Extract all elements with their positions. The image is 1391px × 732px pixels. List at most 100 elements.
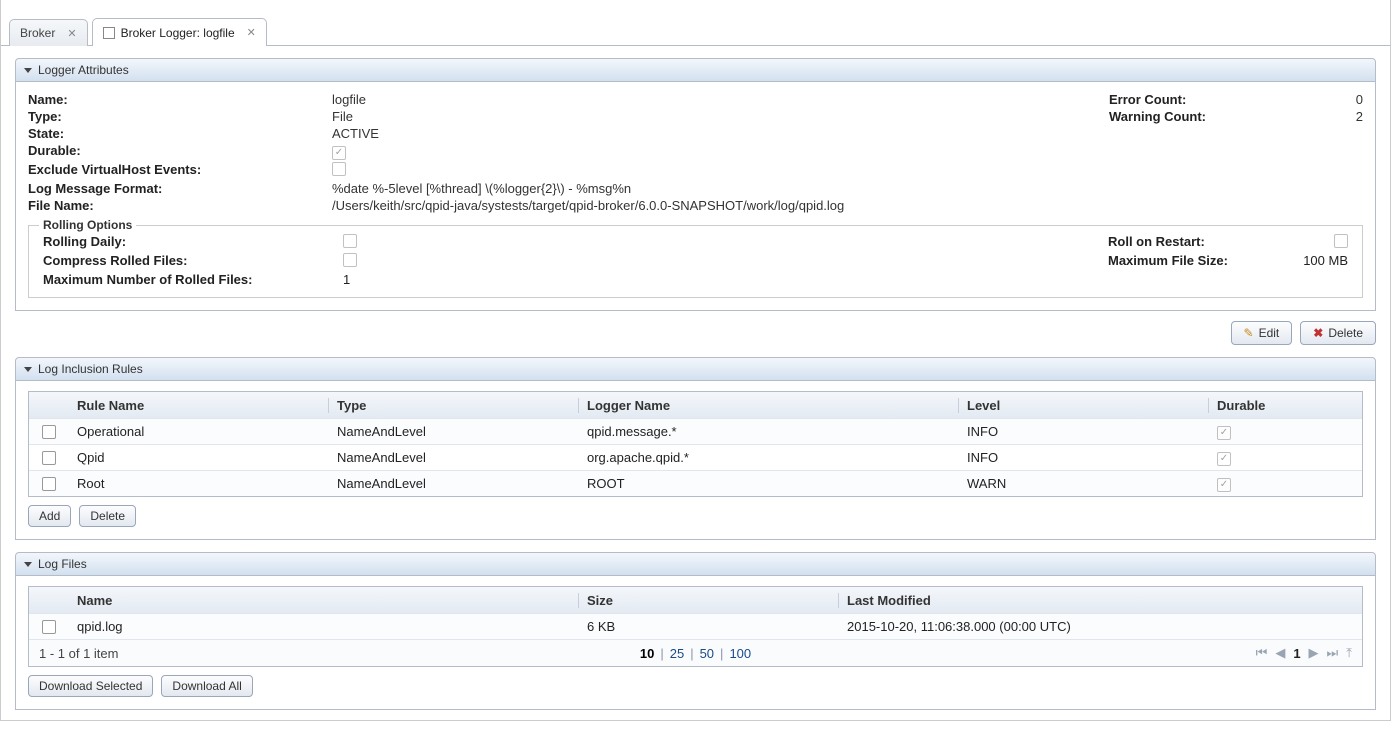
rolling-compress-label: Compress Rolled Files: bbox=[43, 253, 343, 270]
add-rule-button[interactable]: Add bbox=[28, 505, 71, 527]
rolling-maxsize-value: 100 MB bbox=[1288, 253, 1348, 270]
cell-rule-name: Root bbox=[69, 476, 329, 491]
col-type[interactable]: Type bbox=[329, 398, 579, 413]
row-checkbox[interactable]: ✓ bbox=[42, 425, 56, 439]
cell-level: INFO bbox=[959, 424, 1209, 439]
fieldset-rolling-options: Rolling Options Rolling Daily: ✓ Roll on… bbox=[28, 225, 1363, 298]
panel-title: Log Inclusion Rules bbox=[38, 362, 143, 376]
panel-title: Log Files bbox=[38, 557, 87, 571]
cell-logger-name: ROOT bbox=[579, 476, 959, 491]
logger-toolbar: ✎ Edit ✖ Delete bbox=[15, 321, 1376, 345]
row-checkbox[interactable]: ✓ bbox=[42, 620, 56, 634]
tab-broker[interactable]: Broker ✕ bbox=[9, 19, 88, 46]
jump-up-icon[interactable]: ⤒ bbox=[1346, 645, 1352, 661]
footer-summary: 1 - 1 of 1 item bbox=[29, 646, 489, 661]
table-row[interactable]: ✓ Qpid NameAndLevel org.apache.qpid.* IN… bbox=[29, 444, 1362, 470]
cell-rule-name: Operational bbox=[69, 424, 329, 439]
button-label: Edit bbox=[1259, 326, 1280, 340]
page-size-option[interactable]: 50 bbox=[700, 646, 714, 661]
col-modified[interactable]: Last Modified bbox=[839, 593, 1362, 608]
attr-name-value: logfile bbox=[332, 92, 1105, 107]
page-size-option[interactable]: 25 bbox=[670, 646, 684, 661]
attr-warncount-value: 2 bbox=[1303, 109, 1363, 124]
delete-icon: ✖ bbox=[1313, 326, 1323, 340]
files-grid: Name Size Last Modified ✓ qpid.log 6 KB … bbox=[28, 586, 1363, 667]
rolling-daily-value: ✓ bbox=[343, 234, 1108, 251]
checkbox-icon: ✓ bbox=[343, 253, 357, 267]
panel-log-inclusion-rules: Log Inclusion Rules Rule Name Type Logge… bbox=[15, 357, 1376, 540]
table-row[interactable]: ✓ Operational NameAndLevel qpid.message.… bbox=[29, 418, 1362, 444]
page-size-option[interactable]: 100 bbox=[729, 646, 751, 661]
checkbox-icon: ✓ bbox=[332, 162, 346, 176]
prev-page-icon[interactable]: ◀ bbox=[1275, 645, 1285, 661]
panel-title: Logger Attributes bbox=[38, 63, 129, 77]
attr-format-value: %date %-5level [%thread] \(%logger{2}\) … bbox=[332, 181, 1363, 196]
row-checkbox[interactable]: ✓ bbox=[42, 451, 56, 465]
chevron-down-icon bbox=[24, 367, 32, 372]
attr-type-label: Type: bbox=[28, 109, 328, 124]
close-icon[interactable]: ✕ bbox=[247, 26, 256, 39]
delete-button[interactable]: ✖ Delete bbox=[1300, 321, 1376, 345]
col-level[interactable]: Level bbox=[959, 398, 1209, 413]
cell-file-modified: 2015-10-20, 11:06:38.000 (00:00 UTC) bbox=[839, 619, 1362, 634]
cell-type: NameAndLevel bbox=[329, 476, 579, 491]
panel-header[interactable]: Log Inclusion Rules bbox=[15, 357, 1376, 381]
grid-header: Name Size Last Modified bbox=[29, 587, 1362, 613]
col-name[interactable]: Name bbox=[69, 593, 579, 608]
pencil-icon: ✎ bbox=[1244, 326, 1254, 340]
grid-header: Rule Name Type Logger Name Level Durable bbox=[29, 392, 1362, 418]
dirty-indicator-icon bbox=[103, 27, 115, 39]
col-rule-name[interactable]: Rule Name bbox=[69, 398, 329, 413]
row-checkbox[interactable]: ✓ bbox=[42, 477, 56, 491]
edit-button[interactable]: ✎ Edit bbox=[1231, 321, 1293, 345]
tab-broker-logger[interactable]: Broker Logger: logfile ✕ bbox=[92, 18, 267, 46]
attr-errcount-value: 0 bbox=[1303, 92, 1363, 107]
cell-level: WARN bbox=[959, 476, 1209, 491]
panel-log-files: Log Files Name Size Last Modified ✓ qpid… bbox=[15, 552, 1376, 710]
rolling-maxrolled-value: 1 bbox=[343, 272, 1108, 287]
first-page-icon[interactable]: ⏮ bbox=[1256, 645, 1268, 661]
last-page-icon[interactable]: ⏭ bbox=[1327, 645, 1339, 661]
panel-header[interactable]: Logger Attributes bbox=[15, 58, 1376, 82]
rolling-restart-value: ✓ bbox=[1288, 234, 1348, 251]
rolling-maxsize-label: Maximum File Size: bbox=[1108, 253, 1288, 270]
panel-logger-attributes: Logger Attributes Name: logfile Error Co… bbox=[15, 58, 1376, 311]
cell-logger-name: org.apache.qpid.* bbox=[579, 450, 959, 465]
download-all-button[interactable]: Download All bbox=[161, 675, 252, 697]
download-selected-button[interactable]: Download Selected bbox=[28, 675, 153, 697]
col-size[interactable]: Size bbox=[579, 593, 839, 608]
attr-durable-label: Durable: bbox=[28, 143, 328, 160]
checkbox-icon: ✓ bbox=[1217, 452, 1231, 466]
page-size-option[interactable]: 10 bbox=[640, 646, 654, 661]
rolling-restart-label: Roll on Restart: bbox=[1108, 234, 1288, 251]
button-label: Download Selected bbox=[39, 679, 142, 693]
checkbox-icon: ✓ bbox=[332, 146, 346, 160]
current-page: 1 bbox=[1293, 646, 1300, 661]
attr-exclude-label: Exclude VirtualHost Events: bbox=[28, 162, 328, 179]
attr-warncount-label: Warning Count: bbox=[1109, 109, 1299, 124]
delete-rule-button[interactable]: Delete bbox=[79, 505, 136, 527]
attr-filename-label: File Name: bbox=[28, 198, 328, 213]
attr-state-value: ACTIVE bbox=[332, 126, 1363, 141]
panel-header[interactable]: Log Files bbox=[15, 552, 1376, 576]
checkbox-icon: ✓ bbox=[1334, 234, 1348, 248]
button-label: Download All bbox=[172, 679, 241, 693]
attr-exclude-value: ✓ bbox=[332, 162, 1363, 179]
tab-label: Broker bbox=[20, 26, 55, 40]
attr-errcount-label: Error Count: bbox=[1109, 92, 1299, 107]
close-icon[interactable]: ✕ bbox=[67, 27, 76, 40]
tab-bar: Broker ✕ Broker Logger: logfile ✕ bbox=[1, 0, 1390, 46]
table-row[interactable]: ✓ qpid.log 6 KB 2015-10-20, 11:06:38.000… bbox=[29, 613, 1362, 639]
col-durable[interactable]: Durable bbox=[1209, 398, 1362, 413]
rolling-compress-value: ✓ bbox=[343, 253, 1108, 270]
fieldset-legend: Rolling Options bbox=[39, 218, 136, 232]
attr-type-value: File bbox=[332, 109, 1105, 124]
col-logger-name[interactable]: Logger Name bbox=[579, 398, 959, 413]
cell-type: NameAndLevel bbox=[329, 450, 579, 465]
page-size-picker: 10 | 25 | 50 | 100 bbox=[640, 646, 751, 661]
table-row[interactable]: ✓ Root NameAndLevel ROOT WARN ✓ bbox=[29, 470, 1362, 496]
next-page-icon[interactable]: ▶ bbox=[1309, 645, 1319, 661]
attr-name-label: Name: bbox=[28, 92, 328, 107]
grid-footer: 1 - 1 of 1 item 10 | 25 | 50 | 100 ⏮ ◀ 1 bbox=[29, 639, 1362, 666]
rules-grid: Rule Name Type Logger Name Level Durable… bbox=[28, 391, 1363, 497]
